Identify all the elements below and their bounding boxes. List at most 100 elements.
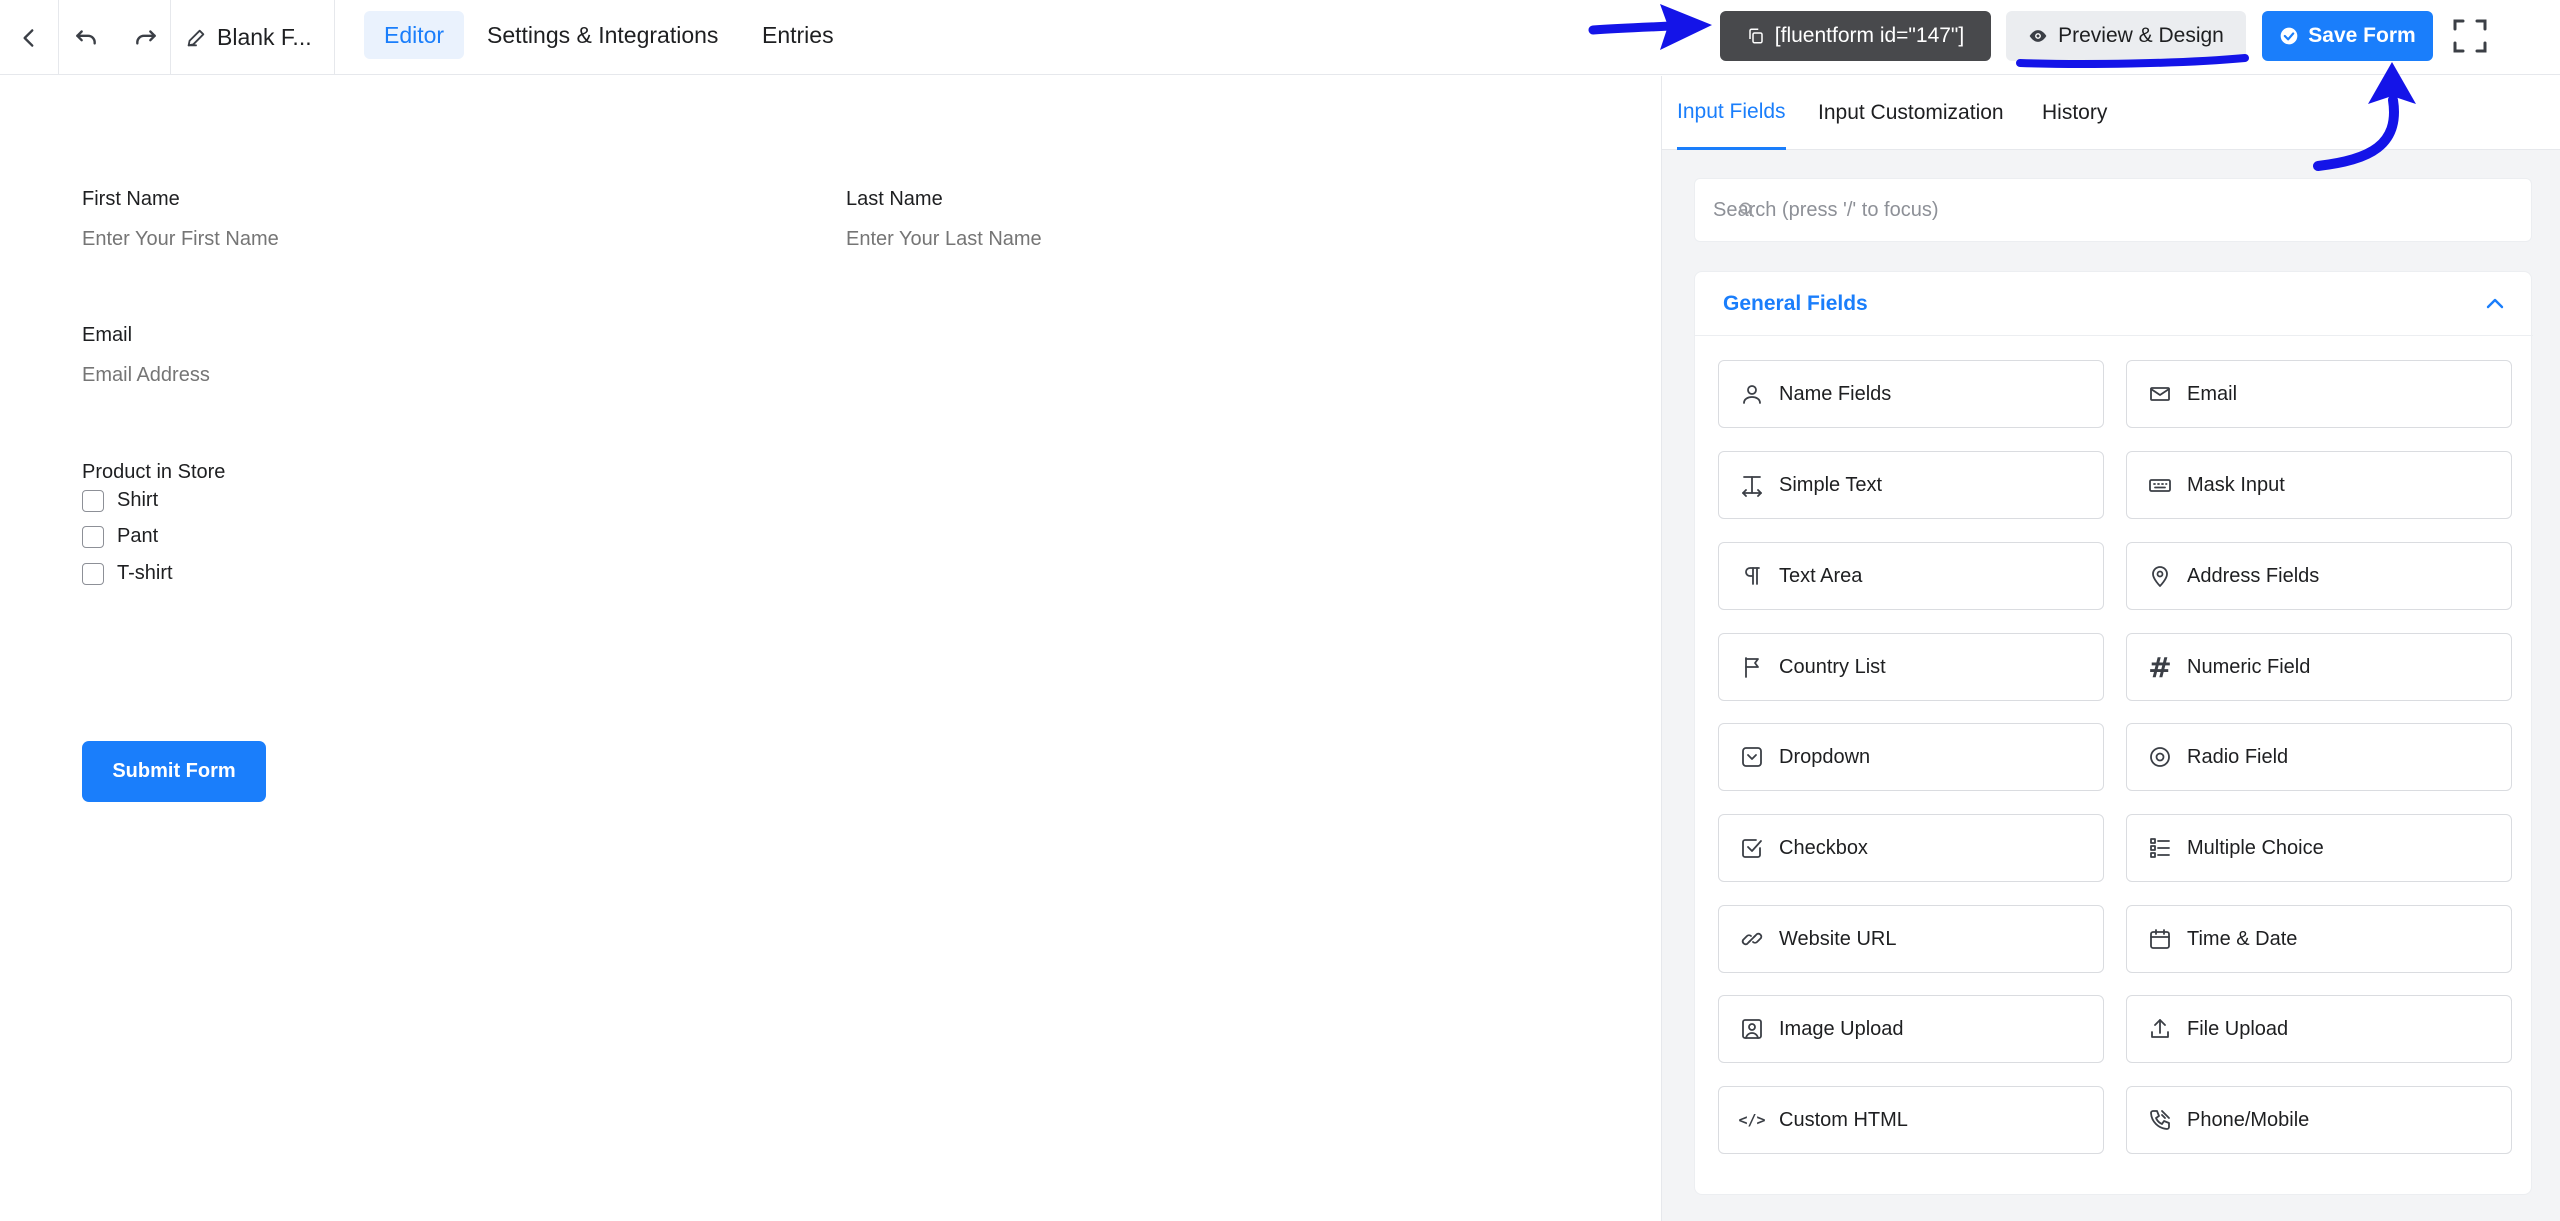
form-canvas: First Name Last Name Email Product in St… — [0, 76, 1661, 1221]
field-dropdown[interactable]: Dropdown — [1718, 723, 2104, 791]
checkbox-option-shirt[interactable]: Shirt — [82, 489, 158, 512]
field-label: Mask Input — [2187, 473, 2285, 496]
field-label: Numeric Field — [2187, 655, 2311, 678]
eye-icon — [2029, 30, 2047, 42]
first-name-label: First Name — [82, 188, 180, 210]
undo-icon — [76, 29, 96, 45]
shortcode-copy-button[interactable]: [fluentform id="147"] — [1720, 11, 1991, 61]
field-label: Phone/Mobile — [2187, 1108, 2310, 1131]
field-label: Checkbox — [1779, 836, 1868, 859]
field-label: Dropdown — [1779, 745, 1871, 768]
tab-history[interactable]: History — [2042, 76, 2107, 150]
last-name-input[interactable] — [846, 226, 1496, 252]
redo-icon — [136, 29, 156, 45]
save-form-button[interactable]: Save Form — [2262, 11, 2433, 61]
field-label: Address Fields — [2187, 564, 2320, 587]
field-custom-html[interactable]: </> Custom HTML — [1718, 1086, 2104, 1154]
field-label: Time & Date — [2187, 927, 2298, 950]
field-country-list[interactable]: Country List — [1718, 633, 2104, 701]
field-simple-text[interactable]: Simple Text — [1718, 451, 2104, 519]
panel-tabs: Input Fields Input Customization History — [1662, 76, 2560, 150]
general-fields-header[interactable]: General Fields — [1695, 272, 2533, 336]
field-radio-field[interactable]: Radio Field — [2126, 723, 2512, 791]
phone-icon — [2147, 1107, 2173, 1133]
field-checkbox[interactable]: Checkbox — [1718, 814, 2104, 882]
field-website-url[interactable]: Website URL — [1718, 905, 2104, 973]
paragraph-icon — [1739, 563, 1765, 589]
field-label: Email — [2187, 382, 2238, 405]
field-label: Website URL — [1779, 927, 1897, 950]
hash-icon: # — [2148, 650, 2172, 684]
field-label: Custom HTML — [1779, 1108, 1908, 1131]
email-input[interactable] — [82, 362, 732, 388]
tab-entries[interactable]: Entries — [742, 11, 854, 59]
field-label: Text Area — [1779, 564, 1863, 587]
field-label: Simple Text — [1779, 473, 1883, 496]
tab-input-customization[interactable]: Input Customization — [1818, 76, 2004, 150]
email-label: Email — [82, 324, 133, 346]
field-label: Name Fields — [1779, 382, 1892, 405]
save-form-label: Save Form — [2308, 24, 2416, 47]
field-label: File Upload — [2187, 1017, 2289, 1040]
preview-design-label: Preview & Design — [2058, 24, 2224, 47]
field-email[interactable]: Email — [2126, 360, 2512, 428]
calendar-icon — [2147, 926, 2173, 952]
tab-input-fields[interactable]: Input Fields — [1677, 76, 1786, 150]
check-circle-icon — [2280, 27, 2298, 45]
field-multiple-choice[interactable]: Multiple Choice — [2126, 814, 2512, 882]
preview-design-button[interactable]: Preview & Design — [2006, 11, 2246, 61]
field-mask-input[interactable]: Mask Input — [2126, 451, 2512, 519]
top-bar: Blank F... Editor Settings & Integration… — [0, 0, 2560, 75]
field-text-area[interactable]: Text Area — [1718, 542, 2104, 610]
checkbox[interactable] — [82, 525, 104, 548]
keyboard-icon — [2147, 472, 2173, 498]
field-address-fields[interactable]: Address Fields — [2126, 542, 2512, 610]
form-title: Blank F... — [217, 24, 312, 50]
divider — [170, 0, 171, 75]
shortcode-text: [fluentform id="147"] — [1774, 24, 1965, 47]
checkbox-option-label: T-shirt — [117, 562, 173, 584]
text-cursor-icon — [1739, 472, 1765, 498]
checkbox-option-pant[interactable]: Pant — [82, 525, 158, 548]
divider — [334, 0, 335, 75]
checkbox[interactable] — [82, 489, 104, 512]
map-pin-icon — [2147, 563, 2173, 589]
radio-icon — [2147, 744, 2173, 770]
form-title-edit[interactable]: Blank F... — [185, 0, 312, 75]
first-name-input[interactable] — [82, 226, 732, 252]
general-fields-title: General Fields — [1723, 292, 1868, 315]
chevron-left-icon — [23, 28, 34, 47]
checkbox[interactable] — [82, 562, 104, 585]
checkbox-option-label: Shirt — [117, 489, 159, 511]
field-name-fields[interactable]: Name Fields — [1718, 360, 2104, 428]
chevron-up-icon[interactable] — [2483, 292, 2507, 316]
field-file-upload[interactable]: File Upload — [2126, 995, 2512, 1063]
tab-editor[interactable]: Editor — [364, 11, 465, 59]
envelope-icon — [2147, 381, 2173, 407]
image-icon — [1739, 1016, 1765, 1042]
fullscreen-button[interactable] — [2448, 14, 2492, 58]
redo-button[interactable] — [124, 0, 168, 75]
undo-button[interactable] — [64, 0, 108, 75]
field-image-upload[interactable]: Image Upload — [1718, 995, 2104, 1063]
checkbox-option-label: Pant — [117, 525, 159, 547]
field-search-input[interactable]: Search (press '/' to focus) — [1694, 178, 2532, 242]
fullscreen-icon — [2453, 19, 2487, 53]
copy-icon — [1749, 28, 1763, 44]
field-label: Radio Field — [2187, 745, 2289, 768]
list-icon — [2147, 835, 2173, 861]
flag-icon — [1739, 654, 1765, 680]
field-label: Multiple Choice — [2187, 836, 2324, 859]
general-fields-section: General Fields Name Fields Email Simple … — [1694, 271, 2533, 1195]
field-phone-mobile[interactable]: Phone/Mobile — [2126, 1086, 2512, 1154]
tab-settings-integrations[interactable]: Settings & Integrations — [467, 11, 738, 59]
field-time-date[interactable]: Time & Date — [2126, 905, 2512, 973]
search-icon — [1739, 202, 1755, 218]
field-numeric-field[interactable]: # Numeric Field — [2126, 633, 2512, 701]
back-button[interactable] — [0, 0, 58, 75]
field-label: Country List — [1779, 655, 1886, 678]
field-panel: Input Fields Input Customization History… — [1661, 76, 2560, 1221]
submit-form-button[interactable]: Submit Form — [82, 741, 266, 802]
dropdown-icon — [1739, 744, 1765, 770]
checkbox-option-tshirt[interactable]: T-shirt — [82, 562, 173, 585]
